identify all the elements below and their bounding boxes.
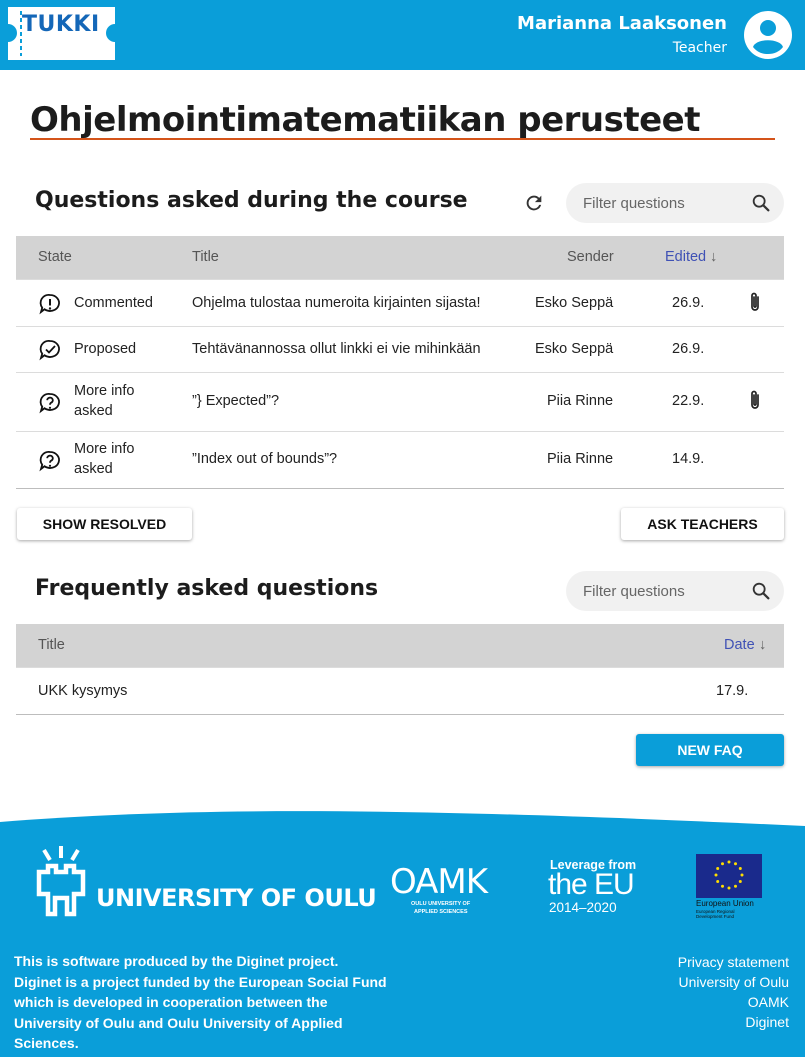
questions-section-title: Questions asked during the course — [35, 188, 468, 213]
attachment-icon — [751, 390, 759, 409]
row-date: 17.9. — [716, 683, 749, 699]
oamk-logo-text: OAMK — [390, 862, 488, 902]
row-sender: Esko Seppä — [535, 295, 614, 311]
eu-flag-line3: Development Fund — [696, 914, 735, 919]
faq-section-title: Frequently asked questions — [35, 576, 379, 601]
row-title: ”Index out of bounds”? — [192, 451, 338, 467]
table-row[interactable]: More info asked ”Index out of bounds”? P… — [16, 431, 784, 488]
search-icon[interactable] — [750, 580, 772, 602]
table-row[interactable]: Proposed Tehtävänannossa ollut linkki ei… — [16, 326, 784, 372]
sort-arrow-icon: ↓ — [759, 637, 767, 653]
question-circle-icon — [39, 393, 60, 414]
table-row[interactable]: Commented Ohjelma tulostaa numeroita kir… — [16, 279, 784, 326]
row-state-line2: asked — [74, 403, 113, 419]
row-edited: 22.9. — [672, 393, 705, 409]
course-title: Ohjelmointimatematiikan perusteet — [30, 100, 700, 140]
row-edited: 26.9. — [672, 341, 705, 357]
eu-flag-icon — [696, 854, 762, 898]
row-state: Commented — [74, 295, 153, 311]
eu-years-text: 2014–2020 — [549, 900, 617, 915]
university-of-oulu-link[interactable]: University of Oulu — [678, 972, 789, 992]
row-title: UKK kysymys — [38, 683, 128, 699]
ask-teachers-button[interactable]: ASK TEACHERS — [621, 508, 784, 540]
faq-filter-input[interactable] — [583, 571, 743, 611]
row-state: Proposed — [74, 341, 137, 357]
questions-table: State Title Sender Edited ↓ Commented Oh… — [16, 236, 784, 489]
eu-flag-line1: European Union — [696, 899, 754, 908]
row-sender: Piia Rinne — [547, 451, 614, 467]
row-edited: 14.9. — [672, 451, 705, 467]
refresh-icon[interactable] — [523, 192, 545, 214]
university-logo-text: UNIVERSITY OF OULU — [96, 884, 377, 912]
eu-the-eu-text: the EU — [548, 868, 635, 901]
privacy-statement-link[interactable]: Privacy statement — [678, 952, 789, 972]
oamk-link[interactable]: OAMK — [678, 992, 789, 1012]
oamk-sub-line2: APPLIED SCIENCES — [414, 909, 468, 915]
column-state[interactable]: State — [38, 249, 72, 265]
faq-table: Title Date ↓ UKK kysymys 17.9. — [16, 624, 784, 715]
university-of-oulu-logo-icon — [36, 846, 86, 917]
column-title[interactable]: Title — [192, 249, 219, 265]
questions-table-header: State Title Sender Edited ↓ — [16, 236, 784, 279]
row-state-line1: More info — [74, 441, 135, 457]
title-underline — [30, 138, 775, 140]
search-icon[interactable] — [750, 192, 772, 214]
question-circle-icon — [39, 451, 60, 472]
questions-filter — [566, 183, 784, 223]
diginet-link[interactable]: Diginet — [678, 1012, 789, 1032]
row-title: Tehtävänannossa ollut linkki ei vie mihi… — [192, 341, 481, 357]
column-date[interactable]: Date — [724, 637, 755, 653]
table-row[interactable]: More info asked ”} Expected”? Piia Rinne… — [16, 372, 784, 431]
row-sender: Piia Rinne — [547, 393, 614, 409]
faq-filter — [566, 571, 784, 611]
column-edited[interactable]: Edited — [665, 249, 706, 265]
footer-links: Privacy statement University of Oulu OAM… — [678, 952, 789, 1032]
logo-text: TUKKI — [22, 12, 100, 37]
faq-table-header: Title Date ↓ — [16, 624, 784, 667]
attachment-icon — [751, 292, 759, 311]
row-state-line2: asked — [74, 461, 113, 477]
check-circle-icon — [39, 340, 60, 361]
row-title: Ohjelma tulostaa numeroita kirjainten si… — [192, 295, 481, 311]
sort-arrow-icon: ↓ — [710, 249, 718, 265]
user-avatar-icon[interactable] — [744, 11, 792, 59]
column-sender[interactable]: Sender — [567, 249, 614, 265]
row-edited: 26.9. — [672, 295, 705, 311]
row-state-line1: More info — [74, 383, 135, 399]
table-row[interactable]: UKK kysymys 17.9. — [16, 667, 784, 714]
footer-description: This is software produced by the Diginet… — [14, 953, 387, 1051]
questions-filter-input[interactable] — [583, 183, 743, 223]
row-sender: Esko Seppä — [535, 341, 614, 357]
new-faq-button[interactable]: NEW FAQ — [636, 734, 784, 766]
app-header: TUKKI Marianna Laaksonen Teacher — [0, 0, 805, 70]
user-role: Teacher — [672, 40, 727, 56]
oamk-sub-line1: OULU UNIVERSITY OF — [411, 901, 471, 907]
show-resolved-button[interactable]: SHOW RESOLVED — [17, 508, 192, 540]
column-title[interactable]: Title — [38, 637, 65, 653]
user-name: Marianna Laaksonen — [517, 13, 727, 34]
row-title: ”} Expected”? — [192, 393, 280, 409]
exclamation-circle-icon — [39, 294, 60, 315]
